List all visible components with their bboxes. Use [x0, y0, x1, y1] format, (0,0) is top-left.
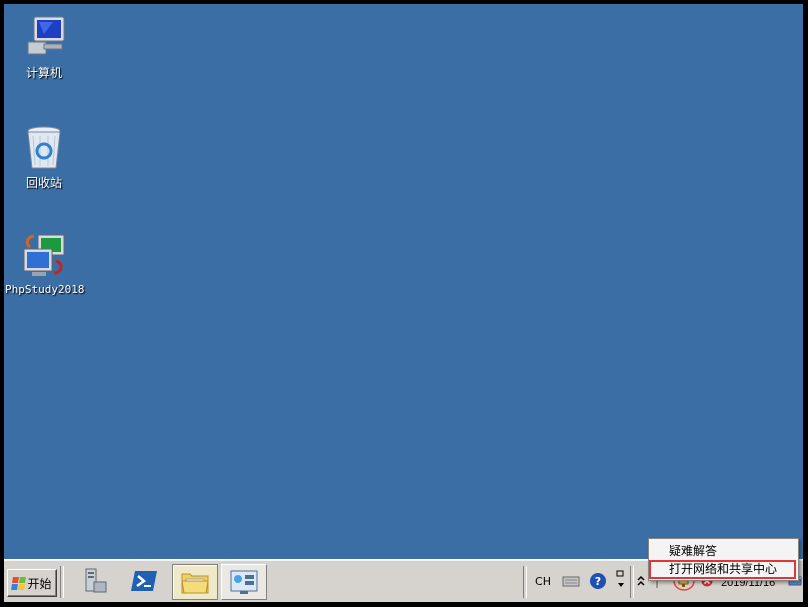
- start-button[interactable]: 开始: [7, 569, 57, 597]
- desktop-icon-label: PhpStudy2018: [5, 283, 85, 296]
- language-indicator[interactable]: CH: [531, 571, 555, 591]
- desktop-icon-label: 回收站: [25, 176, 62, 190]
- language-label: CH: [535, 574, 551, 588]
- start-label: 开始: [27, 576, 52, 591]
- menu-item-open-network-sharing-center[interactable]: 打开网络和共享中心: [649, 560, 796, 579]
- chevron-up-icon: [637, 575, 645, 586]
- folder-icon: [181, 573, 209, 594]
- network-window-button[interactable]: [221, 564, 267, 600]
- server-manager-icon: [85, 568, 107, 593]
- desktop: 计算机 回收站 PhpStudy2018 开始 CH ? 2019/11/16: [4, 4, 803, 602]
- help-icon: ?: [590, 573, 606, 589]
- server-manager-button[interactable]: [73, 564, 117, 598]
- keyboard-tray-button[interactable]: [561, 571, 581, 591]
- menu-item-troubleshoot[interactable]: 疑难解答: [650, 543, 795, 560]
- restore-icon: [616, 570, 624, 587]
- help-tray-button[interactable]: ?: [588, 571, 608, 591]
- phpstudy-icon: [20, 233, 68, 281]
- network-window-icon: [230, 570, 258, 594]
- desktop-icon-computer[interactable]: 计算机: [5, 14, 83, 81]
- tray-separator: [630, 566, 634, 598]
- menu-item-label: 疑难解答: [669, 544, 718, 558]
- recycle-bin-icon: [20, 124, 68, 172]
- network-context-menu: 疑难解答 打开网络和共享中心: [648, 538, 799, 581]
- computer-icon: [20, 14, 68, 62]
- show-hidden-icons-button[interactable]: [635, 571, 647, 591]
- windows-logo-icon: [11, 576, 27, 590]
- keyboard-icon: [562, 576, 580, 587]
- desktop-icon-phpstudy[interactable]: PhpStudy2018: [5, 233, 85, 296]
- powershell-button[interactable]: [122, 564, 166, 598]
- desktop-icon-recycle-bin[interactable]: 回收站: [5, 124, 83, 191]
- desktop-icon-label: 计算机: [25, 66, 62, 80]
- svg-text:?: ?: [595, 575, 601, 588]
- restore-tray-button[interactable]: [615, 569, 627, 589]
- explorer-button[interactable]: [172, 564, 218, 600]
- menu-item-label: 打开网络和共享中心: [669, 562, 778, 576]
- taskbar-separator: [60, 566, 64, 598]
- powershell-icon: [131, 571, 157, 591]
